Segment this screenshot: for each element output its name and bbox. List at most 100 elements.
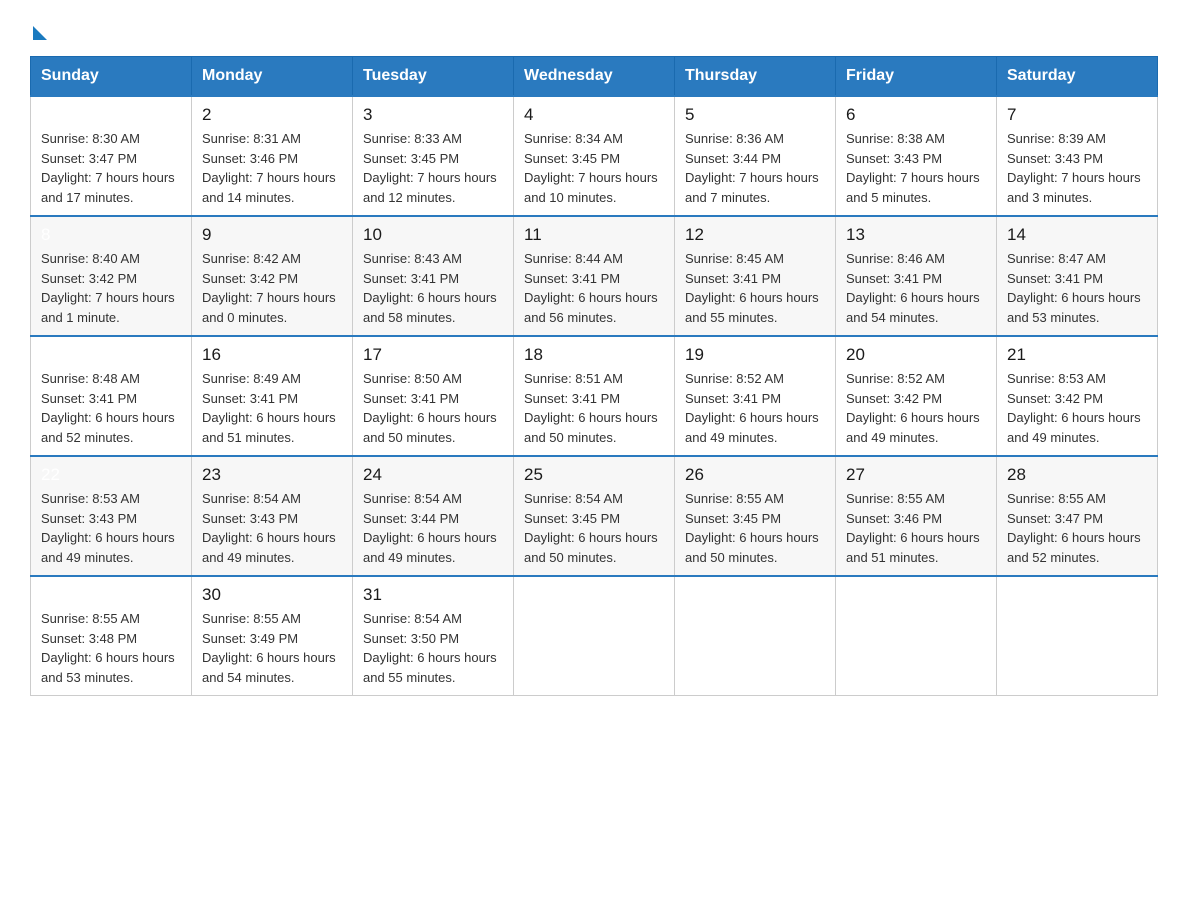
calendar-cell: 26Sunrise: 8:55 AMSunset: 3:45 PMDayligh… bbox=[675, 456, 836, 576]
day-info: Sunrise: 8:55 AMSunset: 3:48 PMDaylight:… bbox=[41, 609, 181, 687]
day-info: Sunrise: 8:40 AMSunset: 3:42 PMDaylight:… bbox=[41, 249, 181, 327]
calendar-cell: 20Sunrise: 8:52 AMSunset: 3:42 PMDayligh… bbox=[836, 336, 997, 456]
day-number: 23 bbox=[202, 465, 342, 485]
day-number: 31 bbox=[363, 585, 503, 605]
calendar-cell: 19 Sunrise: 8:52 AMSunset: 3:41 PMDayligh… bbox=[675, 336, 836, 456]
header-monday: Monday bbox=[192, 57, 353, 97]
calendar-cell: 15Sunrise: 8:48 AMSunset: 3:41 PMDayligh… bbox=[31, 336, 192, 456]
day-info: Sunrise: 8:55 AMSunset: 3:47 PMDaylight:… bbox=[1007, 489, 1147, 567]
calendar-cell: 21 Sunrise: 8:53 AMSunset: 3:42 PMDayligh… bbox=[997, 336, 1158, 456]
calendar-cell bbox=[675, 576, 836, 696]
day-number: 24 bbox=[363, 465, 503, 485]
calendar-cell: 1 Sunrise: 8:30 AMSunset: 3:47 PMDaylight… bbox=[31, 96, 192, 216]
calendar-cell: 25Sunrise: 8:54 AMSunset: 3:45 PMDayligh… bbox=[514, 456, 675, 576]
logo-arrow-icon bbox=[33, 26, 47, 40]
calendar-cell: 4Sunrise: 8:34 AMSunset: 3:45 PMDaylight… bbox=[514, 96, 675, 216]
header-wednesday: Wednesday bbox=[514, 57, 675, 97]
day-number: 19 bbox=[685, 345, 825, 365]
calendar-cell: 29 Sunrise: 8:55 AMSunset: 3:48 PMDayligh… bbox=[31, 576, 192, 696]
day-number: 28 bbox=[1007, 465, 1147, 485]
day-number: 9 bbox=[202, 225, 342, 245]
day-number: 29 bbox=[41, 585, 181, 605]
day-number: 18 bbox=[524, 345, 664, 365]
day-number: 11 bbox=[524, 225, 664, 245]
day-number: 22 bbox=[41, 465, 181, 485]
calendar-cell: 16 Sunrise: 8:49 AMSunset: 3:41 PMDayligh… bbox=[192, 336, 353, 456]
day-info: Sunrise: 8:49 AMSunset: 3:41 PMDaylight:… bbox=[202, 369, 342, 447]
day-info: Sunrise: 8:45 AMSunset: 3:41 PMDaylight:… bbox=[685, 249, 825, 327]
calendar-cell: 10 Sunrise: 8:43 AMSunset: 3:41 PMDayligh… bbox=[353, 216, 514, 336]
calendar-cell: 9 Sunrise: 8:42 AMSunset: 3:42 PMDaylight… bbox=[192, 216, 353, 336]
day-info: Sunrise: 8:52 AMSunset: 3:42 PMDaylight:… bbox=[846, 369, 986, 447]
day-number: 27 bbox=[846, 465, 986, 485]
calendar-cell: 3 Sunrise: 8:33 AMSunset: 3:45 PMDaylight… bbox=[353, 96, 514, 216]
calendar-cell: 6Sunrise: 8:38 AMSunset: 3:43 PMDaylight… bbox=[836, 96, 997, 216]
day-info: Sunrise: 8:54 AMSunset: 3:50 PMDaylight:… bbox=[363, 609, 503, 687]
calendar-week-row: 15Sunrise: 8:48 AMSunset: 3:41 PMDayligh… bbox=[31, 336, 1158, 456]
calendar-cell bbox=[997, 576, 1158, 696]
day-number: 16 bbox=[202, 345, 342, 365]
calendar-cell: 28 Sunrise: 8:55 AMSunset: 3:47 PMDayligh… bbox=[997, 456, 1158, 576]
day-info: Sunrise: 8:51 AMSunset: 3:41 PMDaylight:… bbox=[524, 369, 664, 447]
day-number: 7 bbox=[1007, 105, 1147, 125]
header-friday: Friday bbox=[836, 57, 997, 97]
calendar-cell: 8 Sunrise: 8:40 AMSunset: 3:42 PMDaylight… bbox=[31, 216, 192, 336]
day-info: Sunrise: 8:43 AMSunset: 3:41 PMDaylight:… bbox=[363, 249, 503, 327]
day-info: Sunrise: 8:47 AMSunset: 3:41 PMDaylight:… bbox=[1007, 249, 1147, 327]
calendar-table: SundayMondayTuesdayWednesdayThursdayFrid… bbox=[30, 56, 1158, 696]
calendar-cell: 18 Sunrise: 8:51 AMSunset: 3:41 PMDayligh… bbox=[514, 336, 675, 456]
day-number: 5 bbox=[685, 105, 825, 125]
header-tuesday: Tuesday bbox=[353, 57, 514, 97]
day-info: Sunrise: 8:36 AMSunset: 3:44 PMDaylight:… bbox=[685, 129, 825, 207]
day-info: Sunrise: 8:31 AMSunset: 3:46 PMDaylight:… bbox=[202, 129, 342, 207]
calendar-cell: 30 Sunrise: 8:55 AMSunset: 3:49 PMDayligh… bbox=[192, 576, 353, 696]
calendar-cell: 24Sunrise: 8:54 AMSunset: 3:44 PMDayligh… bbox=[353, 456, 514, 576]
day-number: 14 bbox=[1007, 225, 1147, 245]
day-number: 4 bbox=[524, 105, 664, 125]
day-info: Sunrise: 8:53 AMSunset: 3:42 PMDaylight:… bbox=[1007, 369, 1147, 447]
day-info: Sunrise: 8:46 AMSunset: 3:41 PMDaylight:… bbox=[846, 249, 986, 327]
calendar-cell: 7 Sunrise: 8:39 AMSunset: 3:43 PMDaylight… bbox=[997, 96, 1158, 216]
calendar-week-row: 8 Sunrise: 8:40 AMSunset: 3:42 PMDaylight… bbox=[31, 216, 1158, 336]
calendar-cell: 2 Sunrise: 8:31 AMSunset: 3:46 PMDaylight… bbox=[192, 96, 353, 216]
day-number: 25 bbox=[524, 465, 664, 485]
calendar-cell: 11Sunrise: 8:44 AMSunset: 3:41 PMDayligh… bbox=[514, 216, 675, 336]
day-info: Sunrise: 8:52 AMSunset: 3:41 PMDaylight:… bbox=[685, 369, 825, 447]
calendar-cell: 17Sunrise: 8:50 AMSunset: 3:41 PMDayligh… bbox=[353, 336, 514, 456]
day-info: Sunrise: 8:54 AMSunset: 3:43 PMDaylight:… bbox=[202, 489, 342, 567]
calendar-cell: 14 Sunrise: 8:47 AMSunset: 3:41 PMDayligh… bbox=[997, 216, 1158, 336]
day-number: 15 bbox=[41, 345, 181, 365]
day-number: 1 bbox=[41, 105, 181, 125]
day-number: 8 bbox=[41, 225, 181, 245]
day-info: Sunrise: 8:55 AMSunset: 3:45 PMDaylight:… bbox=[685, 489, 825, 567]
calendar-cell: 23 Sunrise: 8:54 AMSunset: 3:43 PMDayligh… bbox=[192, 456, 353, 576]
calendar-cell bbox=[514, 576, 675, 696]
calendar-header-row: SundayMondayTuesdayWednesdayThursdayFrid… bbox=[31, 57, 1158, 97]
day-info: Sunrise: 8:42 AMSunset: 3:42 PMDaylight:… bbox=[202, 249, 342, 327]
day-info: Sunrise: 8:33 AMSunset: 3:45 PMDaylight:… bbox=[363, 129, 503, 207]
day-info: Sunrise: 8:39 AMSunset: 3:43 PMDaylight:… bbox=[1007, 129, 1147, 207]
calendar-cell: 13 Sunrise: 8:46 AMSunset: 3:41 PMDayligh… bbox=[836, 216, 997, 336]
day-number: 12 bbox=[685, 225, 825, 245]
day-info: Sunrise: 8:55 AMSunset: 3:46 PMDaylight:… bbox=[846, 489, 986, 567]
day-number: 30 bbox=[202, 585, 342, 605]
calendar-cell: 12 Sunrise: 8:45 AMSunset: 3:41 PMDayligh… bbox=[675, 216, 836, 336]
day-info: Sunrise: 8:55 AMSunset: 3:49 PMDaylight:… bbox=[202, 609, 342, 687]
day-number: 2 bbox=[202, 105, 342, 125]
header-thursday: Thursday bbox=[675, 57, 836, 97]
day-number: 21 bbox=[1007, 345, 1147, 365]
day-number: 3 bbox=[363, 105, 503, 125]
header-sunday: Sunday bbox=[31, 57, 192, 97]
page-header bbox=[30, 20, 1158, 36]
day-number: 13 bbox=[846, 225, 986, 245]
day-info: Sunrise: 8:50 AMSunset: 3:41 PMDaylight:… bbox=[363, 369, 503, 447]
header-saturday: Saturday bbox=[997, 57, 1158, 97]
calendar-week-row: 1 Sunrise: 8:30 AMSunset: 3:47 PMDaylight… bbox=[31, 96, 1158, 216]
calendar-cell: 27 Sunrise: 8:55 AMSunset: 3:46 PMDayligh… bbox=[836, 456, 997, 576]
day-info: Sunrise: 8:30 AMSunset: 3:47 PMDaylight:… bbox=[41, 129, 181, 207]
logo bbox=[30, 20, 47, 36]
calendar-week-row: 22Sunrise: 8:53 AMSunset: 3:43 PMDayligh… bbox=[31, 456, 1158, 576]
calendar-cell bbox=[836, 576, 997, 696]
day-number: 10 bbox=[363, 225, 503, 245]
calendar-week-row: 29 Sunrise: 8:55 AMSunset: 3:48 PMDayligh… bbox=[31, 576, 1158, 696]
